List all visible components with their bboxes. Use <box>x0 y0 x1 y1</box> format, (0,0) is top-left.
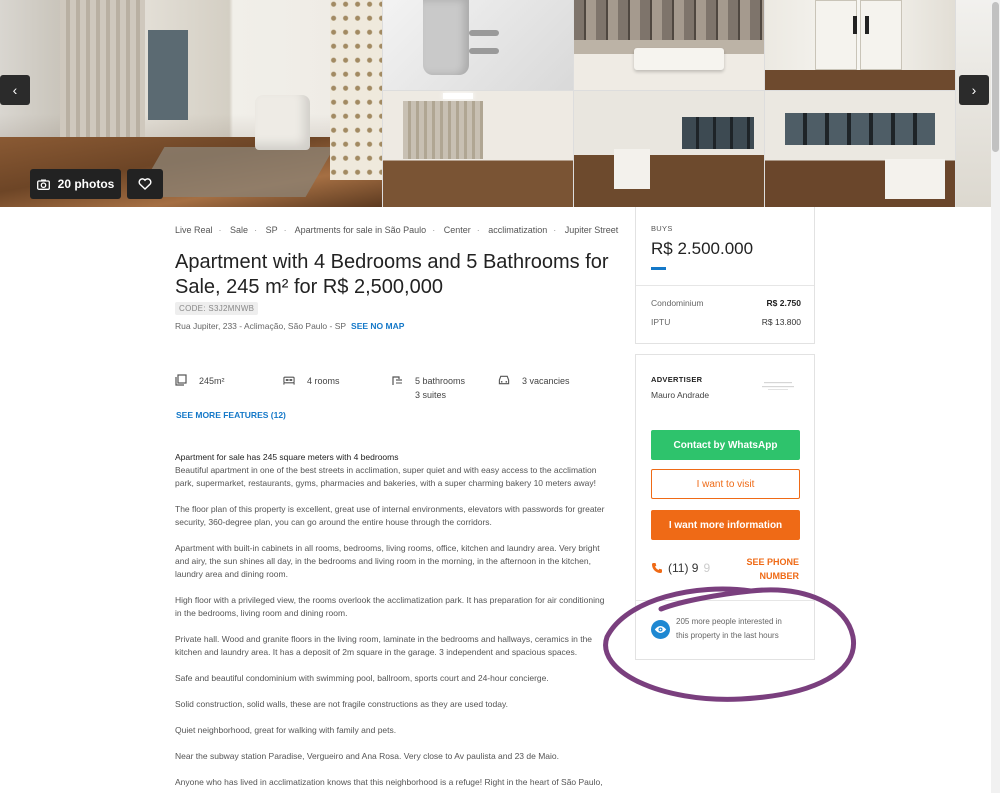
feature-suites-value: 3 suites <box>415 390 447 400</box>
description-lead: Apartment for sale has 245 square meters… <box>175 452 399 462</box>
breadcrumb-item[interactable]: Live Real <box>175 225 213 235</box>
bed-icon <box>283 376 295 385</box>
listing-address: Rua Jupiter, 233 - Aclimação, São Paulo … <box>175 321 404 331</box>
description-paragraph: Anyone who has lived in acclimatization … <box>175 777 603 787</box>
gallery-next-button[interactable]: › <box>959 75 989 105</box>
iptu-label: IPTU <box>651 317 671 327</box>
visit-button[interactable]: I want to visit <box>651 469 800 499</box>
gallery-prev-button[interactable]: ‹ <box>0 75 30 105</box>
feature-rooms: 4 rooms <box>283 374 340 388</box>
phone-partial: (11) 9 <box>668 561 699 575</box>
see-phone-button[interactable]: SEE PHONE NUMBER <box>736 555 799 583</box>
condominium-value: R$ 2.750 <box>766 298 802 308</box>
phone-hidden: 9 <box>703 561 711 575</box>
feature-bathrooms: 5 bathrooms 3 suites <box>391 374 465 402</box>
advertiser-logo <box>762 382 794 390</box>
photo-thumbnail[interactable] <box>765 0 955 90</box>
description-paragraph: Solid construction, solid walls, these a… <box>175 699 508 709</box>
chevron-right-icon: › <box>971 82 977 98</box>
feature-bathrooms-value: 5 bathrooms <box>415 376 466 386</box>
feature-area: 245m² <box>175 374 225 388</box>
breadcrumb-item[interactable]: Center <box>444 225 471 235</box>
photo-thumbnail[interactable] <box>765 91 955 207</box>
feature-rooms-value: 4 rooms <box>307 376 340 386</box>
breadcrumb-item[interactable]: Sale <box>230 225 248 235</box>
photos-count-label: 20 photos <box>57 177 115 191</box>
advertiser-label: ADVERTISER <box>651 375 703 384</box>
description-paragraph: Quiet neighborhood, great for walking wi… <box>175 725 397 735</box>
breadcrumb: Live Real · Sale · SP · Apartments for sale… <box>175 225 619 235</box>
feature-area-value: 245m² <box>199 376 225 386</box>
description-paragraph: Near the subway station Paradise, Vergue… <box>175 751 559 761</box>
advertiser-name: Mauro Andrade <box>651 390 710 400</box>
description-paragraph: Apartment with built-in cabinets in all … <box>175 543 600 579</box>
address-text: Rua Jupiter, 233 - Aclimação, São Paulo … <box>175 321 347 331</box>
scrollbar-thumb[interactable] <box>992 2 999 152</box>
iptu-value: R$ 13.800 <box>761 317 801 327</box>
see-map-link[interactable]: SEE NO MAP <box>351 321 404 331</box>
breadcrumb-item[interactable]: Jupiter Street <box>565 225 619 235</box>
see-more-features-link[interactable]: SEE MORE FEATURES (12) <box>176 410 286 420</box>
photo-thumbnail[interactable] <box>574 91 764 207</box>
listing-description: Apartment for sale has 245 square meters… <box>175 451 605 793</box>
chevron-left-icon: ‹ <box>12 82 18 98</box>
divider <box>636 600 814 601</box>
photo-gallery[interactable]: ‹ › 20 photos <box>0 0 1000 207</box>
listing-code: CODE: S3J2MNWB <box>175 302 259 315</box>
listing-title: Apartment with 4 Bedrooms and 5 Bathroom… <box>175 251 609 298</box>
interest-notice: 205 more people interested in this prope… <box>651 615 796 643</box>
whatsapp-contact-button[interactable]: Contact by WhatsApp <box>651 430 800 460</box>
photo-thumbnail[interactable] <box>383 0 573 90</box>
condominium-label: Condominium <box>651 298 704 308</box>
description-paragraph: Private hall. Wood and granite floors in… <box>175 634 593 657</box>
iptu-row: IPTU R$ 13.800 <box>651 317 801 327</box>
description-paragraph: The floor plan of this property is excel… <box>175 504 605 527</box>
area-icon <box>175 374 187 386</box>
more-info-button[interactable]: I want more information <box>651 510 800 540</box>
car-icon <box>498 375 510 385</box>
photo-thumbnail[interactable] <box>574 0 764 90</box>
description-paragraph: Safe and beautiful condominium with swim… <box>175 673 549 683</box>
price-value: R$ 2.500.000 <box>651 239 754 258</box>
phone-icon <box>652 563 662 573</box>
price-underline <box>651 267 666 270</box>
heart-icon <box>138 178 152 190</box>
advertiser-card: ADVERTISER Mauro Andrade Contact by What… <box>635 354 815 660</box>
interest-text: 205 more people interested in this prope… <box>676 617 782 640</box>
view-photos-button[interactable]: 20 photos <box>30 169 121 199</box>
eye-icon <box>651 620 670 639</box>
price-label: BUYS <box>651 224 673 233</box>
photo-thumbnail[interactable] <box>383 91 573 207</box>
condominium-row: Condominium R$ 2.750 <box>651 298 801 308</box>
divider <box>636 285 814 286</box>
breadcrumb-item[interactable]: SP <box>266 225 278 235</box>
breadcrumb-item[interactable]: Apartments for sale in São Paulo <box>295 225 427 235</box>
breadcrumb-item[interactable]: acclimatization <box>488 225 547 235</box>
feature-vacancies-value: 3 vacancies <box>522 376 570 386</box>
shower-icon <box>392 376 402 385</box>
description-paragraph: Beautiful apartment in one of the best s… <box>175 465 597 488</box>
camera-icon <box>36 179 50 190</box>
description-paragraph: High floor with a privileged view, the r… <box>175 595 605 618</box>
favorite-button[interactable] <box>127 169 163 199</box>
feature-vacancies: 3 vacancies <box>498 374 570 388</box>
phone-number: (11) 9 9 <box>651 561 710 575</box>
price-card: BUYS R$ 2.500.000 Condominium R$ 2.750 I… <box>635 207 815 344</box>
